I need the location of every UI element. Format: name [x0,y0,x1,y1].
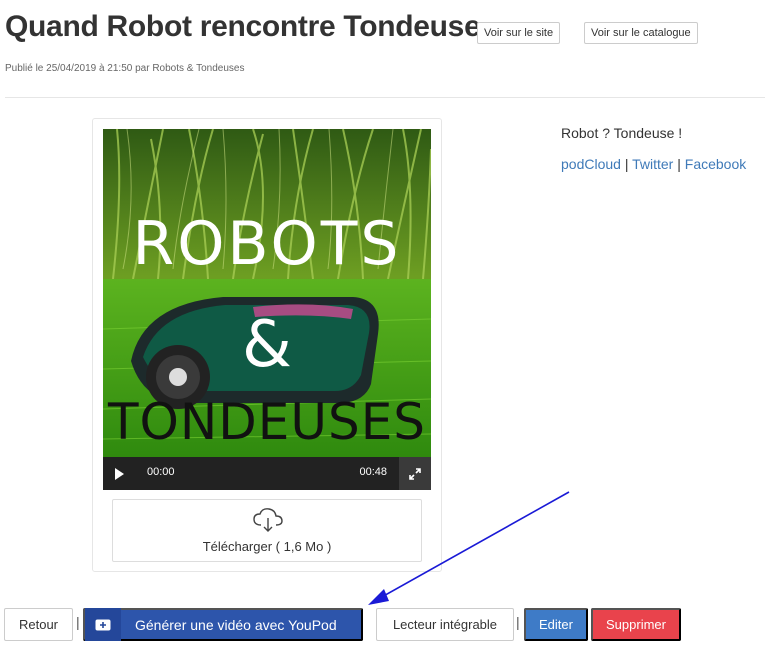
page-title: Quand Robot rencontre Tondeuse [5,10,481,43]
view-site-button[interactable]: Voir sur le site [477,22,561,44]
episode-cover: ROBOTS & TONDEUSES [103,129,431,457]
delete-button[interactable]: Supprimer [591,608,681,641]
play-button[interactable] [103,457,135,490]
link-separator: | [624,156,629,172]
podcloud-link[interactable]: podCloud [561,156,621,172]
back-button[interactable]: Retour [4,608,73,641]
youpod-label: Générer une vidéo avec YouPod [135,616,337,633]
current-time: 00:00 [147,466,175,478]
cover-text-tondeuses: TONDEUSES [107,393,426,451]
page-header: Quand Robot rencontre Tondeuse Voir sur … [5,10,765,50]
cover-text-robots: ROBOTS [133,209,402,279]
view-catalogue-button[interactable]: Voir sur le catalogue [584,22,698,44]
cover-text-ampersand: & [242,308,292,382]
facebook-link[interactable]: Facebook [685,156,746,172]
duration-time: 00:48 [359,466,387,478]
download-label: Télécharger ( 1,6 Mo ) [202,539,332,554]
publish-info: Publié le 25/04/2019 à 21:50 par Robots … [5,63,245,74]
cloud-download-icon [253,508,283,532]
twitter-link[interactable]: Twitter [632,156,673,172]
audio-player: 00:00 00:48 [103,457,431,490]
header-divider [5,97,765,98]
edit-button[interactable]: Editer [524,608,588,641]
episode-description: Robot ? Tondeuse ! [561,125,683,141]
social-links: podCloud | Twitter | Facebook [561,156,746,172]
embed-player-button[interactable]: Lecteur intégrable [376,608,514,641]
link-separator: | [677,156,681,172]
play-icon [115,467,124,480]
footer-separator: | [76,614,80,630]
footer-separator: | [516,614,520,630]
fullscreen-button[interactable] [399,457,431,490]
cover-artwork: ROBOTS & TONDEUSES [103,129,431,457]
download-button[interactable]: Télécharger ( 1,6 Mo ) [112,499,422,562]
youpod-icon [85,608,121,641]
youpod-video-button[interactable]: Générer une vidéo avec YouPod [83,608,363,641]
fullscreen-icon [409,467,421,480]
